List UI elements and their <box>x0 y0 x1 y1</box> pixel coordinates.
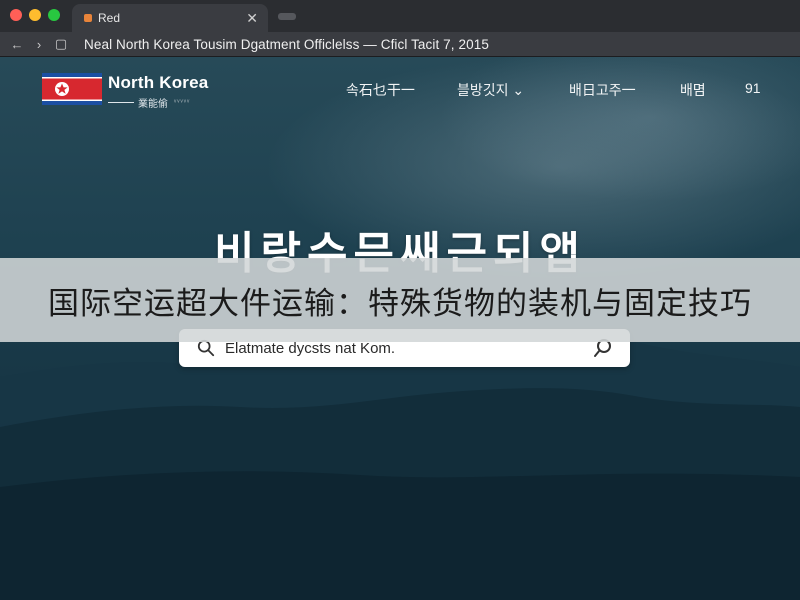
tab-title: Red <box>98 11 121 25</box>
logo-title: North Korea <box>108 73 209 92</box>
nav-item-2-dropdown[interactable]: 블방깃지 ⌄ <box>457 80 524 100</box>
tab-close-icon[interactable]: ✕ <box>246 11 258 25</box>
logo-small-text: ᵛᵛᵛᵛᵛ <box>174 99 191 106</box>
site-logo[interactable]: North Korea 業能偷 ᵛᵛᵛᵛᵛ <box>42 73 208 110</box>
maximize-window-button[interactable] <box>48 9 60 21</box>
minimize-window-button[interactable] <box>29 9 41 21</box>
favicon-icon <box>84 14 92 22</box>
north-korea-flag-icon <box>42 73 102 105</box>
logo-dash <box>108 102 134 103</box>
logo-subtitle: 業能偷 <box>138 99 168 110</box>
browser-tab-bar: Red ✕ <box>0 0 800 32</box>
close-window-button[interactable] <box>10 9 22 21</box>
reload-icon[interactable]: ▢ <box>50 36 72 52</box>
overlay-banner: 国际空运超大件运输：特殊货物的装机与固定技巧 <box>0 258 800 342</box>
url-text[interactable]: Neal North Korea Tousim Dgatment Officle… <box>84 37 489 52</box>
new-tab-button[interactable] <box>278 13 296 20</box>
address-bar: ← › ▢ Neal North Korea Tousim Dgatment O… <box>0 32 800 57</box>
banner-text: 国际空运超大件运输：特殊货物的装机与固定技巧 <box>48 285 752 322</box>
nav-item-5[interactable]: 91 <box>745 80 761 96</box>
forward-arrow-icon[interactable]: › <box>28 37 50 52</box>
nav-item-3[interactable]: 배日고주一 <box>569 80 636 100</box>
nav-item-4[interactable]: 배몀 <box>680 80 706 100</box>
back-arrow-icon[interactable]: ← <box>6 37 28 52</box>
nav-item-1[interactable]: 속石乜干一 <box>346 80 415 100</box>
browser-tab[interactable]: Red ✕ <box>72 4 268 32</box>
